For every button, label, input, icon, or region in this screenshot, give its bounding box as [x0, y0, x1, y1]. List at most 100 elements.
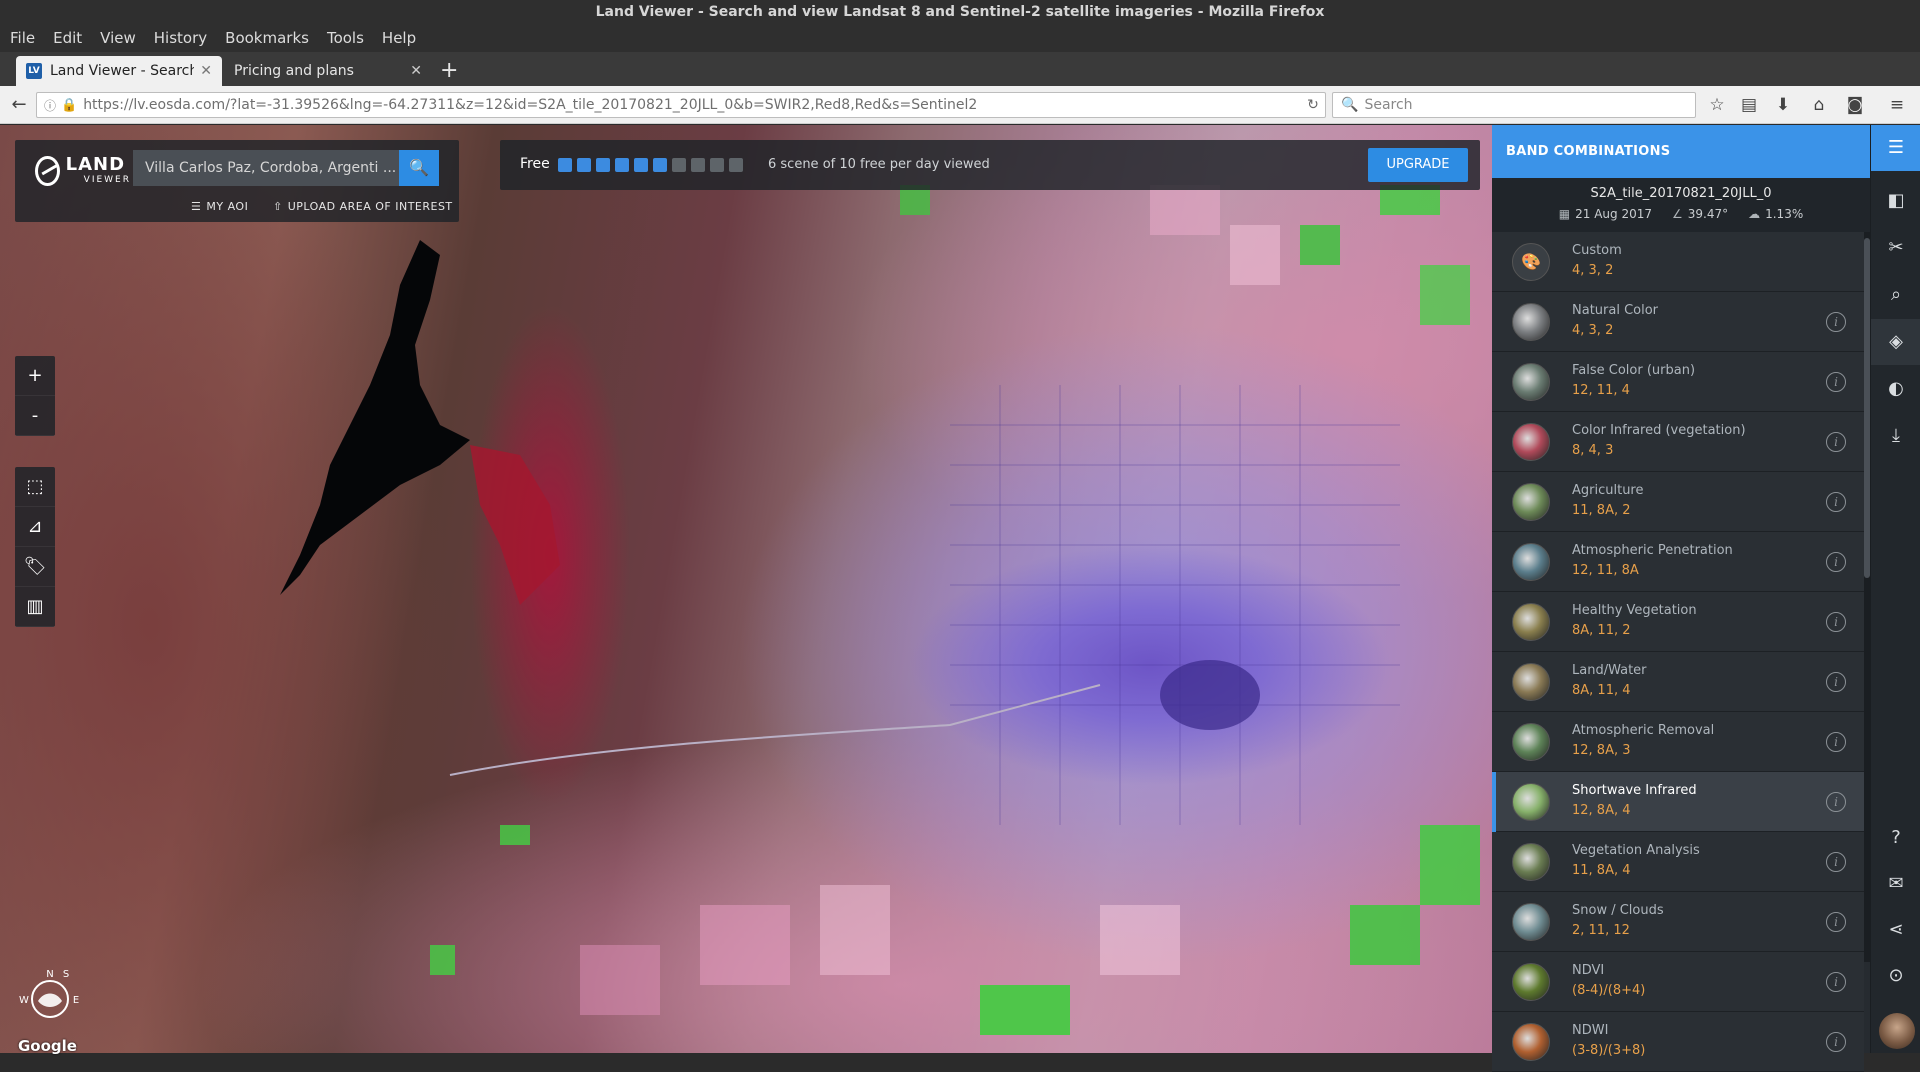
band-values: 4, 3, 2 [1572, 322, 1614, 338]
band-thumbnail [1512, 362, 1550, 401]
band-row[interactable]: False Color (urban) 12, 11, 4 i [1492, 352, 1864, 412]
band-name: Custom [1572, 242, 1622, 258]
band-row[interactable]: Land/Water 8A, 11, 4 i [1492, 652, 1864, 712]
compare-icon[interactable]: ◧ [1871, 178, 1920, 224]
download-icon[interactable]: ⤓ [1871, 413, 1920, 459]
band-thumbnail [1512, 1022, 1550, 1061]
search-icon[interactable]: ⌕ [1871, 272, 1920, 318]
help-icon[interactable]: ? [1871, 815, 1920, 861]
satellite-map[interactable] [0, 125, 1492, 1053]
info-icon[interactable]: i [1826, 431, 1846, 452]
url-text[interactable]: https://lv.eosda.com/?lat=-31.39526&lng=… [83, 97, 1301, 113]
my-aoi-link[interactable]: ☰ MY AOI [191, 200, 248, 213]
info-icon[interactable]: i [1826, 371, 1846, 392]
layers-icon[interactable]: ◈ [1871, 319, 1920, 365]
logo-subtext: VIEWER [83, 175, 131, 185]
info-icon[interactable]: i [1826, 851, 1846, 872]
chat-icon[interactable]: ✉ [1871, 861, 1920, 907]
band-row[interactable]: Agriculture 11, 8A, 2 i [1492, 472, 1864, 532]
back-button[interactable]: ← [6, 92, 32, 118]
info-icon[interactable]: i [1826, 671, 1846, 692]
band-name: NDWI [1572, 1022, 1609, 1038]
browser-search-input[interactable]: 🔍 Search [1332, 92, 1696, 118]
band-row[interactable]: Natural Color 4, 3, 2 i [1492, 292, 1864, 352]
band-row[interactable]: Snow / Clouds 2, 11, 12 i [1492, 892, 1864, 952]
new-tab-button[interactable]: + [440, 58, 458, 83]
info-icon[interactable]: i [1826, 1031, 1846, 1052]
tag-icon[interactable]: 🏷 [15, 547, 55, 587]
band-values: 12, 8A, 4 [1572, 802, 1631, 818]
zoom-in-button[interactable]: + [15, 356, 55, 396]
menu-edit[interactable]: Edit [53, 29, 82, 47]
band-row[interactable]: 🎨 Custom 4, 3, 2 [1492, 232, 1864, 292]
info-icon[interactable]: i [1826, 911, 1846, 932]
band-thumbnail [1512, 482, 1550, 521]
band-row[interactable]: NDVI (8-4)/(8+4) i [1492, 952, 1864, 1012]
band-row[interactable]: Color Infrared (vegetation) 8, 4, 3 i [1492, 412, 1864, 472]
band-values: 12, 8A, 3 [1572, 742, 1631, 758]
menu-tools[interactable]: Tools [327, 29, 364, 47]
zoom-out-button[interactable]: - [15, 396, 55, 436]
menu-bookmarks[interactable]: Bookmarks [225, 29, 309, 47]
search-icon: 🔍 [1341, 97, 1359, 113]
band-row[interactable]: NDWI (3-8)/(3+8) i [1492, 1012, 1864, 1072]
info-icon[interactable]: i [1826, 971, 1846, 992]
compass-icon[interactable]: N E W S [18, 965, 82, 1029]
band-row[interactable]: Vegetation Analysis 11, 8A, 4 i [1492, 832, 1864, 892]
info-icon[interactable]: i [1826, 551, 1846, 572]
avatar[interactable] [1879, 1013, 1915, 1049]
info-icon[interactable]: i [1826, 611, 1846, 632]
quota-square [672, 158, 686, 172]
menu-file[interactable]: File [10, 29, 35, 47]
band-row[interactable]: Atmospheric Removal 12, 8A, 3 i [1492, 712, 1864, 772]
band-row[interactable]: Atmospheric Penetration 12, 11, 8A i [1492, 532, 1864, 592]
panel-title: BAND COMBINATIONS [1492, 125, 1870, 178]
search-icon: 🔍 [409, 158, 429, 177]
upload-aoi-link[interactable]: ⇧ UPLOAD AREA OF INTEREST [273, 200, 453, 213]
search-button[interactable]: 🔍 [399, 150, 439, 186]
contrast-icon[interactable]: ◐ [1871, 366, 1920, 412]
menu-help[interactable]: Help [382, 29, 416, 47]
pocket-icon[interactable]: ◙ [1844, 94, 1866, 116]
land-viewer-logo[interactable]: LAND VIEWER [35, 148, 131, 194]
library-icon[interactable]: ▥ [15, 587, 55, 627]
info-icon[interactable]: i [1826, 491, 1846, 512]
upgrade-button[interactable]: UPGRADE [1368, 148, 1468, 182]
close-icon[interactable]: ✕ [200, 63, 212, 79]
tab-land-viewer[interactable]: LV Land Viewer - Search and ✕ [16, 56, 222, 86]
band-row[interactable]: Healthy Vegetation 8A, 11, 2 i [1492, 592, 1864, 652]
band-name: Color Infrared (vegetation) [1572, 422, 1746, 438]
info-icon[interactable]: ⓘ [44, 97, 56, 114]
url-bar[interactable]: ⓘ 🔒 https://lv.eosda.com/?lat=-31.39526&… [36, 92, 1326, 118]
bookmark-star-icon[interactable]: ☆ [1706, 94, 1728, 116]
location-search-input[interactable] [133, 150, 399, 186]
info-icon[interactable]: i [1826, 731, 1846, 752]
logo-text: LAND [65, 154, 126, 175]
downloads-icon[interactable]: ⬇ [1772, 94, 1794, 116]
reload-icon[interactable]: ↻ [1301, 97, 1325, 113]
info-icon[interactable]: i [1826, 311, 1846, 332]
menu-history[interactable]: History [154, 29, 207, 47]
download-circle-icon[interactable]: ⊙ [1871, 953, 1920, 999]
hamburger-menu-icon[interactable]: ≡ [1886, 94, 1908, 116]
close-icon[interactable]: ✕ [410, 63, 422, 79]
band-row[interactable]: Shortwave Infrared 12, 8A, 4 i [1492, 772, 1864, 832]
list-icon[interactable]: ☰ [1871, 125, 1920, 171]
search-panel: LAND VIEWER 🔍 ☰ MY AOI ⇧ UPLOAD AREA OF IN… [15, 140, 459, 222]
band-thumbnail [1512, 842, 1550, 881]
measure-icon[interactable]: ⊿ [15, 507, 55, 547]
select-area-icon[interactable]: ⬚ [15, 467, 55, 507]
quota-square [653, 158, 667, 172]
home-icon[interactable]: ⌂ [1808, 94, 1830, 116]
share-icon[interactable]: ⋖ [1871, 907, 1920, 953]
menu-view[interactable]: View [100, 29, 136, 47]
cloud-icon: ☁ [1748, 207, 1761, 221]
reading-list-icon[interactable]: ▤ [1738, 94, 1760, 116]
quota-square [729, 158, 743, 172]
band-name: Healthy Vegetation [1572, 602, 1697, 618]
tools-icon[interactable]: ✂ [1871, 225, 1920, 271]
location-search: 🔍 [133, 150, 439, 186]
tab-pricing[interactable]: Pricing and plans ✕ [224, 56, 432, 86]
band-values: 12, 11, 4 [1572, 382, 1630, 398]
info-icon[interactable]: i [1826, 791, 1846, 812]
